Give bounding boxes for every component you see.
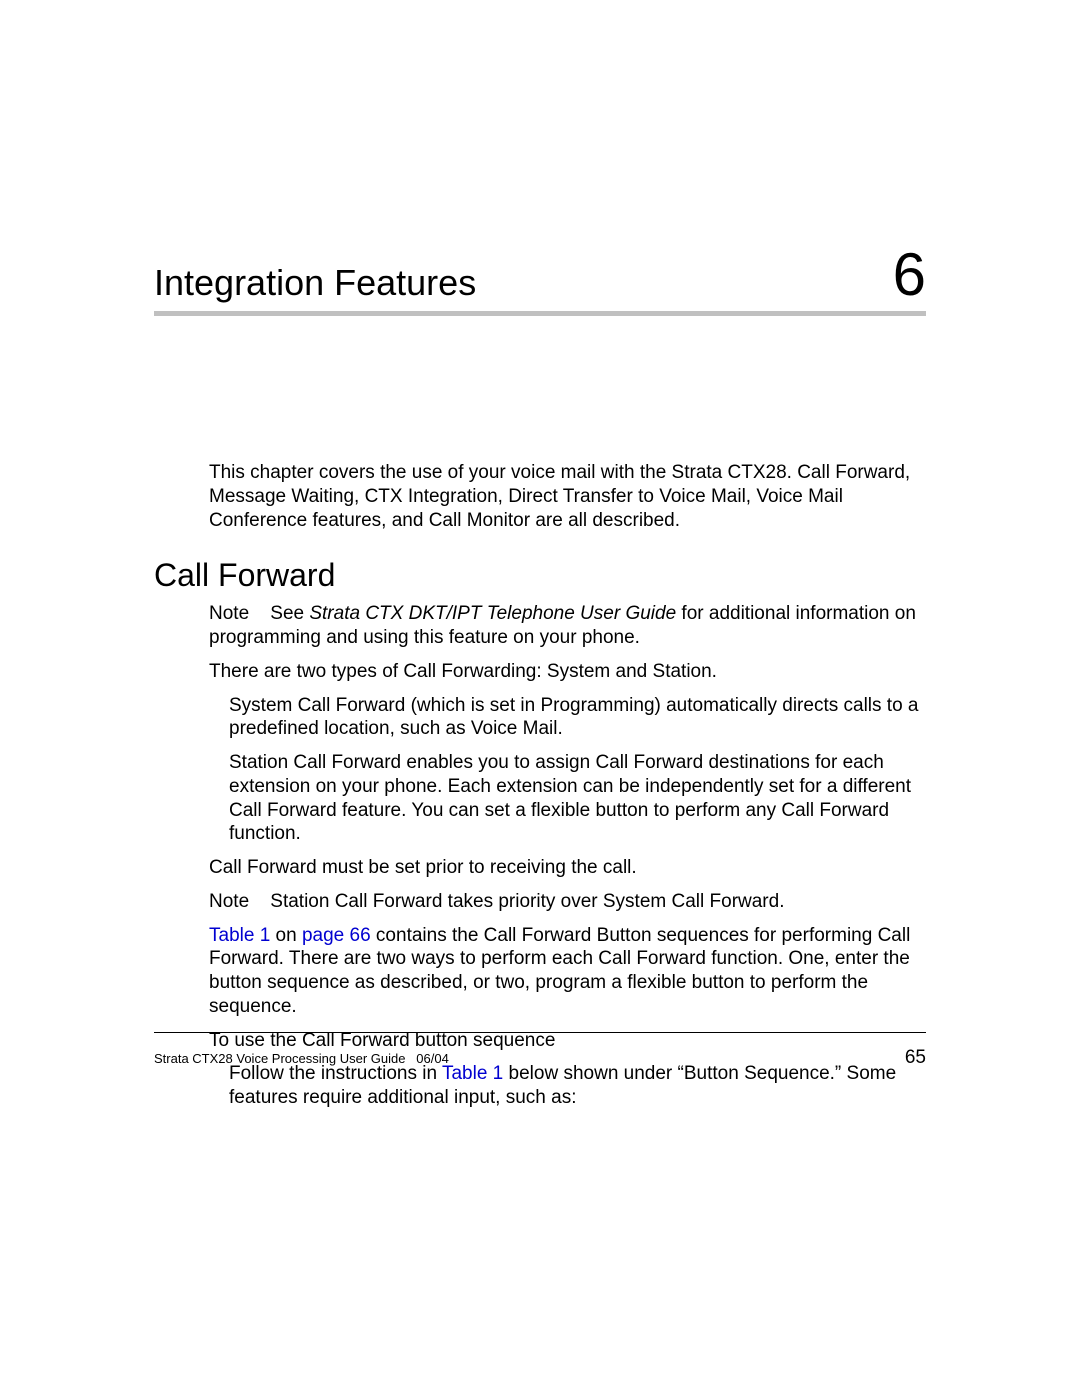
note-label: Note	[209, 603, 249, 624]
bullet-system-call-forward: System Call Forward (which is set in Pro…	[229, 694, 926, 742]
paragraph-table-ref: Table 1 on page 66 contains the Call For…	[209, 924, 926, 1019]
section-heading-call-forward: Call Forward	[154, 557, 926, 594]
note-label: Note	[209, 891, 249, 912]
note-text-pre: See	[270, 603, 309, 624]
note-row-2: Note Station Call Forward takes priority…	[209, 890, 926, 914]
chapter-intro: This chapter covers the use of your voic…	[209, 461, 926, 532]
note-text: Station Call Forward takes priority over…	[270, 891, 784, 912]
text-on: on	[276, 925, 302, 946]
page-footer: Strata CTX28 Voice Processing User Guide…	[154, 1032, 926, 1069]
note-row-1: Note See Strata CTX DKT/IPT Telephone Us…	[209, 602, 926, 650]
document-page: Integration Features 6 This chapter cove…	[0, 0, 1080, 1397]
link-table-1[interactable]: Table 1	[209, 925, 276, 946]
note-text-italic: Strata CTX DKT/IPT Telephone User Guide	[309, 603, 676, 624]
footer-doc-title: Strata CTX28 Voice Processing User Guide…	[154, 1051, 449, 1066]
paragraph-prior: Call Forward must be set prior to receiv…	[209, 856, 926, 880]
chapter-title: Integration Features	[154, 262, 476, 304]
bullet-follow-instructions: Follow the instructions in Table 1 below…	[229, 1062, 926, 1110]
paragraph-types: There are two types of Call Forwarding: …	[209, 660, 926, 684]
chapter-header: Integration Features 6	[154, 240, 926, 316]
bullet-station-call-forward: Station Call Forward enables you to assi…	[229, 751, 926, 846]
footer-page-number: 65	[905, 1047, 926, 1069]
chapter-number: 6	[893, 240, 926, 309]
link-page-66[interactable]: page 66	[302, 925, 371, 946]
